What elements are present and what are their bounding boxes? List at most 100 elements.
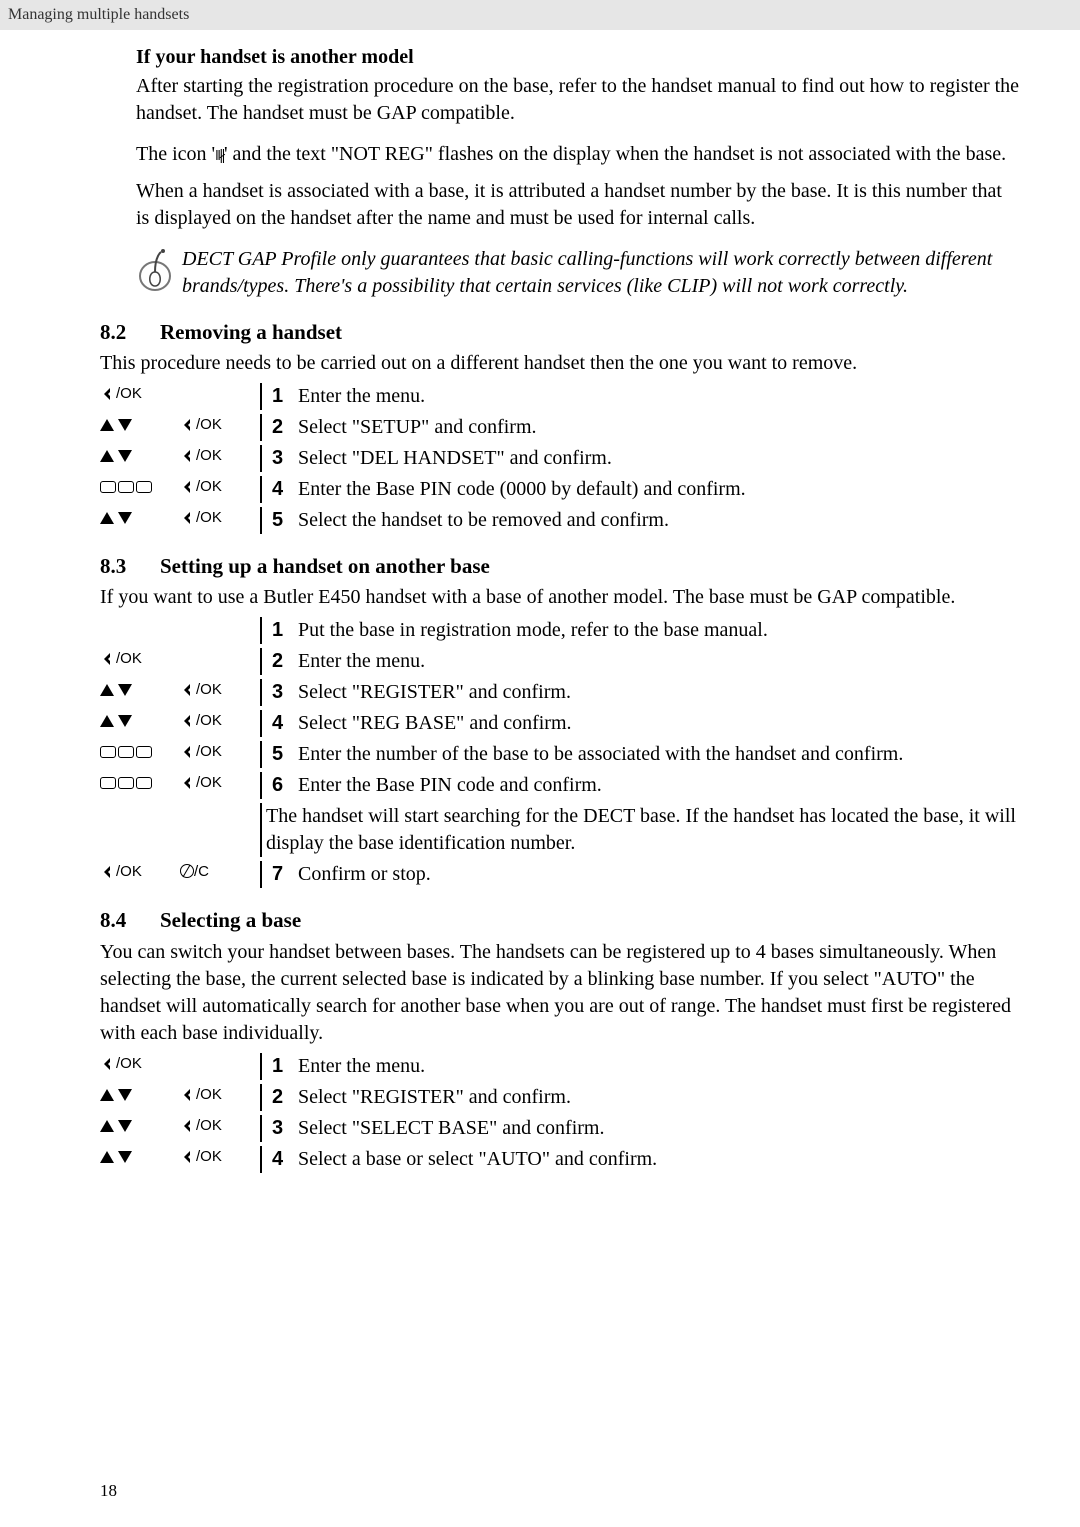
step-num: 7: [266, 861, 298, 888]
heading-8-3-title: Setting up a handset on another base: [160, 552, 490, 580]
menu-arrow-icon: [100, 1058, 112, 1070]
step-text: Confirm or stop.: [298, 861, 1020, 888]
intro-p1: After starting the registration procedur…: [136, 73, 1020, 127]
ok-label: /OK: [196, 508, 222, 528]
cancel-label: /C: [180, 862, 209, 882]
heading-8-4: 8.4 Selecting a base: [100, 906, 1020, 934]
ok-label: /OK: [196, 680, 222, 700]
step-text: Select "SETUP" and confirm.: [298, 414, 1020, 441]
menu-arrow-icon: [180, 746, 192, 758]
down-icon: [118, 1120, 132, 1132]
running-head: Managing multiple handsets: [0, 0, 1080, 30]
menu-arrow-icon: [180, 1151, 192, 1163]
intro-8-4: You can switch your handset between base…: [100, 939, 1020, 1047]
heading-8-3: 8.3 Setting up a handset on another base: [100, 552, 1020, 580]
up-icon: [100, 450, 114, 462]
intro-p2-pre: The icon ': [136, 143, 215, 165]
heading-8-2-number: 8.2: [100, 318, 160, 346]
menu-arrow-icon: [100, 866, 112, 878]
ok-label: /OK: [196, 477, 222, 497]
up-icon: [100, 1151, 114, 1163]
page-number: 18: [100, 1480, 117, 1503]
menu-arrow-icon: [180, 450, 192, 462]
step-num: 1: [266, 1053, 298, 1080]
handset-icon: ‖∦: [215, 147, 224, 163]
steps-8-2: /OK 1 Enter the menu. /OK 2 Select "SETU…: [100, 383, 1020, 534]
step-text: Enter the Base PIN code and confirm.: [298, 772, 1020, 799]
note-block: DECT GAP Profile only guarantees that ba…: [136, 246, 1020, 300]
ok-label: /OK: [116, 384, 142, 404]
intro-p3: When a handset is associated with a base…: [136, 178, 1020, 232]
step-num: 2: [266, 1084, 298, 1111]
down-icon: [118, 512, 132, 524]
ok-label: /OK: [116, 1054, 142, 1074]
steps-8-3: 1 Put the base in registration mode, ref…: [100, 617, 1020, 888]
menu-arrow-icon: [180, 715, 192, 727]
ok-label: /OK: [196, 711, 222, 731]
menu-arrow-icon: [180, 777, 192, 789]
step-num: 5: [266, 741, 298, 768]
menu-arrow-icon: [180, 1089, 192, 1101]
ok-label: /OK: [196, 415, 222, 435]
ok-label: /OK: [196, 1147, 222, 1167]
heading-8-4-number: 8.4: [100, 906, 160, 934]
intro-8-2: This procedure needs to be carried out o…: [100, 350, 1020, 377]
keypad-icon: [100, 481, 152, 493]
heading-8-2-title: Removing a handset: [160, 318, 342, 346]
menu-arrow-icon: [180, 481, 192, 493]
step-text: Enter the number of the base to be assoc…: [298, 741, 1020, 768]
menu-arrow-icon: [100, 653, 112, 665]
step-text: Select "SELECT BASE" and confirm.: [298, 1115, 1020, 1142]
up-icon: [100, 715, 114, 727]
heading-8-3-number: 8.3: [100, 552, 160, 580]
step-num: 3: [266, 1115, 298, 1142]
step-text: Select a base or select "AUTO" and confi…: [298, 1146, 1020, 1173]
step-text: Enter the menu.: [298, 1053, 1020, 1080]
intro-p2: The icon '‖∦' and the text "NOT REG" fla…: [136, 141, 1020, 168]
menu-arrow-icon: [180, 419, 192, 431]
ok-label: /OK: [196, 742, 222, 762]
menu-arrow-icon: [100, 388, 112, 400]
down-icon: [118, 419, 132, 431]
step-num: 2: [266, 648, 298, 675]
step-num: 1: [266, 383, 298, 410]
ok-label: /OK: [196, 1085, 222, 1105]
down-icon: [118, 684, 132, 696]
keypad-icon: [100, 746, 152, 758]
up-icon: [100, 1089, 114, 1101]
down-icon: [118, 1089, 132, 1101]
step-num: 4: [266, 1146, 298, 1173]
down-icon: [118, 1151, 132, 1163]
up-icon: [100, 419, 114, 431]
menu-arrow-icon: [180, 1120, 192, 1132]
step-text: Select "REGISTER" and confirm.: [298, 1084, 1020, 1111]
cancel-icon: [180, 864, 194, 878]
menu-arrow-icon: [180, 684, 192, 696]
ok-label: /OK: [116, 862, 142, 882]
menu-arrow-icon: [180, 512, 192, 524]
intro-8-3: If you want to use a Butler E450 handset…: [100, 584, 1020, 611]
note-text: DECT GAP Profile only guarantees that ba…: [182, 246, 1020, 300]
step-num: 4: [266, 710, 298, 737]
step-num: 6: [266, 772, 298, 799]
cancel-text: /C: [194, 863, 209, 880]
step-text: Enter the Base PIN code (0000 by default…: [298, 476, 1020, 503]
up-icon: [100, 1120, 114, 1132]
step-num: 1: [266, 617, 298, 644]
sub-heading-another-model: If your handset is another model: [136, 44, 1020, 71]
heading-8-2: 8.2 Removing a handset: [100, 318, 1020, 346]
search-text: The handset will start searching for the…: [266, 803, 1020, 857]
step-text: Select "REG BASE" and confirm.: [298, 710, 1020, 737]
step-text: Select "REGISTER" and confirm.: [298, 679, 1020, 706]
down-icon: [118, 715, 132, 727]
heading-8-4-title: Selecting a base: [160, 906, 301, 934]
steps-8-4: /OK 1 Enter the menu. /OK 2 Select "REGI…: [100, 1053, 1020, 1173]
up-icon: [100, 512, 114, 524]
step-text: Select "DEL HANDSET" and confirm.: [298, 445, 1020, 472]
ok-label: /OK: [196, 1116, 222, 1136]
step-text: Put the base in registration mode, refer…: [298, 617, 1020, 644]
step-num: 5: [266, 507, 298, 534]
step-num: 3: [266, 679, 298, 706]
ok-label: /OK: [196, 773, 222, 793]
down-icon: [118, 450, 132, 462]
